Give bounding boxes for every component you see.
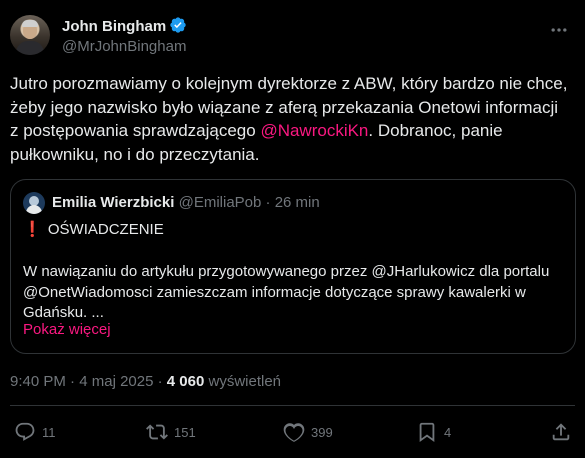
exclamation-icon: ❗ — [23, 221, 42, 238]
reply-count: 11 — [42, 424, 56, 440]
author-name[interactable]: John Bingham — [62, 18, 166, 35]
bookmark-icon — [416, 421, 438, 443]
reply-button[interactable]: 11 — [14, 418, 56, 446]
quoted-author-avatar[interactable] — [23, 192, 45, 214]
verified-badge-icon — [169, 16, 187, 38]
views-count: 4 060 — [166, 373, 205, 390]
bookmark-button[interactable]: 4 — [416, 418, 451, 446]
mention-link[interactable]: @NawrockiKn — [260, 121, 368, 140]
author-avatar[interactable] — [10, 15, 50, 55]
quoted-tweet[interactable]: Emilia Wierzbicki @EmiliaPob · 26 min ❗ … — [10, 179, 576, 354]
quoted-author-name[interactable]: Emilia Wierzbicki — [52, 194, 174, 211]
meta-separator-1: · — [70, 373, 76, 390]
quoted-heading-row: ❗ OŚWIADCZENIE — [23, 220, 164, 238]
author-name-row[interactable]: John Bingham — [62, 16, 187, 38]
heart-icon — [283, 421, 305, 443]
tweet-header: John Bingham @MrJohnBingham — [10, 12, 575, 60]
author-handle[interactable]: @MrJohnBingham — [62, 38, 186, 55]
tweet-date[interactable]: 4 maj 2025 — [79, 373, 153, 390]
bookmark-count: 4 — [444, 424, 452, 440]
tweet-text: Jutro porozmawiamy o kolejnym dyrektorze… — [10, 72, 570, 166]
quoted-body: W nawiązaniu do artykułu przygotowywaneg… — [23, 263, 550, 321]
divider — [10, 405, 575, 406]
share-icon — [550, 421, 572, 443]
like-button[interactable]: 399 — [283, 418, 333, 446]
quoted-tweet-header: Emilia Wierzbicki @EmiliaPob · 26 min — [52, 194, 320, 211]
share-button[interactable] — [550, 418, 572, 446]
reply-icon — [14, 421, 36, 443]
quoted-time[interactable]: 26 min — [275, 194, 320, 211]
views-label: wyświetleń — [208, 373, 282, 390]
more-options-icon[interactable] — [549, 20, 571, 40]
meta-separator-2: · — [157, 373, 163, 390]
tweet-time[interactable]: 9:40 PM — [10, 373, 66, 390]
quoted-author-handle[interactable]: @EmiliaPob — [179, 194, 262, 211]
tweet-meta: 9:40 PM · 4 maj 2025 · 4 060 wyświetleń — [10, 373, 281, 390]
retweet-icon — [146, 421, 168, 443]
show-more-link[interactable]: Pokaż więcej — [23, 321, 111, 338]
quoted-separator: · — [265, 194, 271, 211]
like-count: 399 — [311, 424, 333, 440]
retweet-button[interactable]: 151 — [146, 418, 196, 446]
quoted-heading: OŚWIADCZENIE — [47, 221, 164, 238]
action-bar: 11 151 399 4 — [0, 418, 585, 448]
retweet-count: 151 — [174, 424, 196, 440]
